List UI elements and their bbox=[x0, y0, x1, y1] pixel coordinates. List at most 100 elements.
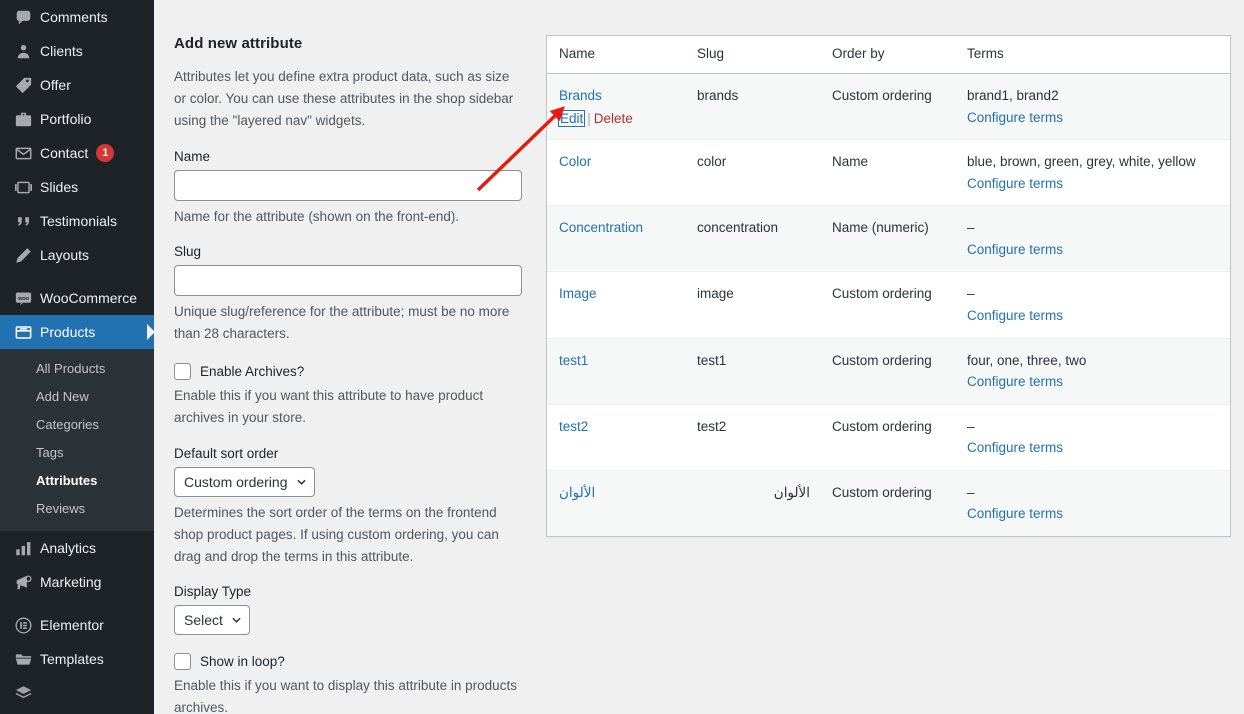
configure-terms-link[interactable]: Configure terms bbox=[967, 372, 1220, 392]
delete-link[interactable]: Delete bbox=[594, 111, 633, 126]
configure-terms-link[interactable]: Configure terms bbox=[967, 240, 1220, 260]
cell-slug: الألوان bbox=[685, 470, 820, 536]
show-in-loop-checkbox[interactable] bbox=[174, 653, 191, 671]
sidebar-item-reviews[interactable]: Reviews bbox=[0, 495, 154, 523]
megaphone-icon bbox=[10, 574, 36, 591]
terms-list: – bbox=[967, 220, 975, 236]
attributes-table-panel: Name Slug Order by Terms Brands Edit | Del… bbox=[546, 35, 1236, 714]
column-header-name: Name bbox=[547, 36, 685, 74]
configure-terms-link[interactable]: Configure terms bbox=[967, 174, 1220, 194]
cell-slug: brands bbox=[685, 74, 820, 141]
default-sort-order-group: Default sort order Custom ordering Deter… bbox=[174, 446, 524, 568]
attribute-name-link[interactable]: test1 bbox=[559, 353, 588, 368]
cell-orderby: Name (numeric) bbox=[820, 206, 955, 273]
sidebar-item-categories[interactable]: Categories bbox=[0, 411, 154, 439]
folder-icon bbox=[10, 651, 36, 668]
attribute-slug-input[interactable] bbox=[174, 265, 522, 297]
column-header-slug: Slug bbox=[685, 36, 820, 74]
configure-terms-link[interactable]: Configure terms bbox=[967, 504, 1220, 524]
sidebar-item-offer[interactable]: Offer bbox=[0, 68, 154, 102]
sidebar-item-woocommerce[interactable]: woo WooCommerce bbox=[0, 281, 154, 315]
show-in-loop-row[interactable]: Show in loop? bbox=[174, 653, 524, 671]
sidebar-item-attributes[interactable]: Attributes bbox=[0, 467, 154, 495]
sidebar-item-label: WooCommerce bbox=[40, 290, 137, 306]
cell-terms: – Configure terms bbox=[955, 404, 1230, 471]
terms-list: – bbox=[967, 286, 975, 302]
cell-slug: test2 bbox=[685, 404, 820, 471]
quote-icon bbox=[10, 213, 36, 230]
sidebar-item-products[interactable]: Products bbox=[0, 315, 154, 349]
admin-page: Comments Clients Offer Portfolio Contact bbox=[0, 0, 1244, 714]
admin-sidebar: Comments Clients Offer Portfolio Contact bbox=[0, 0, 154, 714]
table-header-row: Name Slug Order by Terms bbox=[547, 36, 1230, 74]
edit-link[interactable]: Edit bbox=[557, 109, 586, 127]
sidebar-item-label: Templates bbox=[40, 651, 104, 667]
sidebar-item-label: Products bbox=[40, 324, 96, 340]
sidebar-item-clients[interactable]: Clients bbox=[0, 34, 154, 68]
default-sort-order-select[interactable]: Custom ordering bbox=[174, 466, 315, 497]
configure-terms-link[interactable]: Configure terms bbox=[967, 438, 1220, 458]
sidebar-item-portfolio[interactable]: Portfolio bbox=[0, 102, 154, 136]
table-row: الألوان الألوان Custom ordering – Config… bbox=[547, 470, 1230, 536]
sidebar-item-label: Contact bbox=[40, 145, 89, 161]
sidebar-item-analytics[interactable]: Analytics bbox=[0, 531, 154, 565]
attribute-name-link[interactable]: test2 bbox=[559, 419, 588, 434]
cell-terms: blue, brown, green, grey, white, yellow … bbox=[955, 140, 1230, 207]
woo-icon: woo bbox=[10, 290, 36, 307]
chevron-down-icon bbox=[296, 479, 306, 485]
form-intro-text: Attributes let you define extra product … bbox=[174, 69, 514, 128]
sidebar-item-all-products[interactable]: All Products bbox=[0, 355, 154, 383]
table-head: Name Slug Order by Terms bbox=[547, 36, 1230, 74]
enable-archives-checkbox[interactable] bbox=[174, 363, 191, 381]
table-row: Concentration concentration Name (numeri… bbox=[547, 206, 1230, 273]
attribute-name-link[interactable]: Color bbox=[559, 154, 591, 169]
sidebar-item-tags[interactable]: Tags bbox=[0, 439, 154, 467]
sidebar-item-contact[interactable]: Contact 1 bbox=[0, 136, 154, 170]
main-content: Add new attribute Attributes let you def… bbox=[154, 0, 1244, 714]
attribute-name-link[interactable]: الألوان bbox=[559, 485, 595, 500]
sidebar-item-partial[interactable] bbox=[0, 676, 154, 710]
table-row: test1 test1 Custom ordering four, one, t… bbox=[547, 338, 1230, 405]
display-type-select[interactable]: Select bbox=[174, 605, 250, 636]
tag-icon bbox=[10, 77, 36, 94]
cell-orderby: Custom ordering bbox=[820, 404, 955, 471]
pencil-icon bbox=[10, 247, 36, 264]
cell-slug: test1 bbox=[685, 338, 820, 405]
cell-orderby: Custom ordering bbox=[820, 470, 955, 536]
status-badge: 1 bbox=[96, 144, 115, 162]
column-header-orderby: Order by bbox=[820, 36, 955, 74]
sidebar-item-marketing[interactable]: Marketing bbox=[0, 565, 154, 599]
display-type-value: Select bbox=[184, 612, 223, 629]
attribute-name-link[interactable]: Brands bbox=[559, 88, 602, 103]
sidebar-item-templates[interactable]: Templates bbox=[0, 642, 154, 676]
attribute-name-link[interactable]: Image bbox=[559, 286, 597, 301]
show-in-loop-label: Show in loop? bbox=[200, 654, 285, 670]
attribute-name-link[interactable]: Concentration bbox=[559, 220, 643, 235]
attribute-name-input[interactable] bbox=[174, 169, 522, 201]
cell-name: Image bbox=[547, 272, 685, 339]
default-sort-order-value: Custom ordering bbox=[184, 473, 288, 490]
cell-name: test2 bbox=[547, 404, 685, 471]
sidebar-item-slides[interactable]: Slides bbox=[0, 170, 154, 204]
table-row: Image image Custom ordering – Configure … bbox=[547, 272, 1230, 339]
attribute-name-description: Name for the attribute (shown on the fro… bbox=[174, 208, 460, 224]
sidebar-item-comments[interactable]: Comments bbox=[0, 0, 154, 34]
configure-terms-link[interactable]: Configure terms bbox=[967, 108, 1220, 128]
portfolio-icon bbox=[10, 111, 36, 128]
enable-archives-row[interactable]: Enable Archives? bbox=[174, 363, 524, 381]
cell-name: test1 bbox=[547, 338, 685, 405]
sidebar-item-label: Marketing bbox=[40, 574, 102, 590]
sidebar-item-layouts[interactable]: Layouts bbox=[0, 238, 154, 272]
cell-orderby: Name bbox=[820, 140, 955, 207]
sidebar-item-label: Portfolio bbox=[40, 111, 92, 127]
sidebar-item-label: Analytics bbox=[40, 540, 97, 556]
display-type-group: Display Type Select bbox=[174, 584, 524, 636]
cell-name: Color bbox=[547, 140, 685, 207]
sidebar-item-elementor[interactable]: Elementor bbox=[0, 608, 154, 642]
sidebar-item-testimonials[interactable]: Testimonials bbox=[0, 204, 154, 238]
sidebar-item-add-new[interactable]: Add New bbox=[0, 383, 154, 411]
sidebar-item-label: Comments bbox=[40, 9, 108, 25]
configure-terms-link[interactable]: Configure terms bbox=[967, 306, 1220, 326]
cell-name: Brands Edit | Delete bbox=[547, 74, 685, 141]
cell-slug: color bbox=[685, 140, 820, 207]
